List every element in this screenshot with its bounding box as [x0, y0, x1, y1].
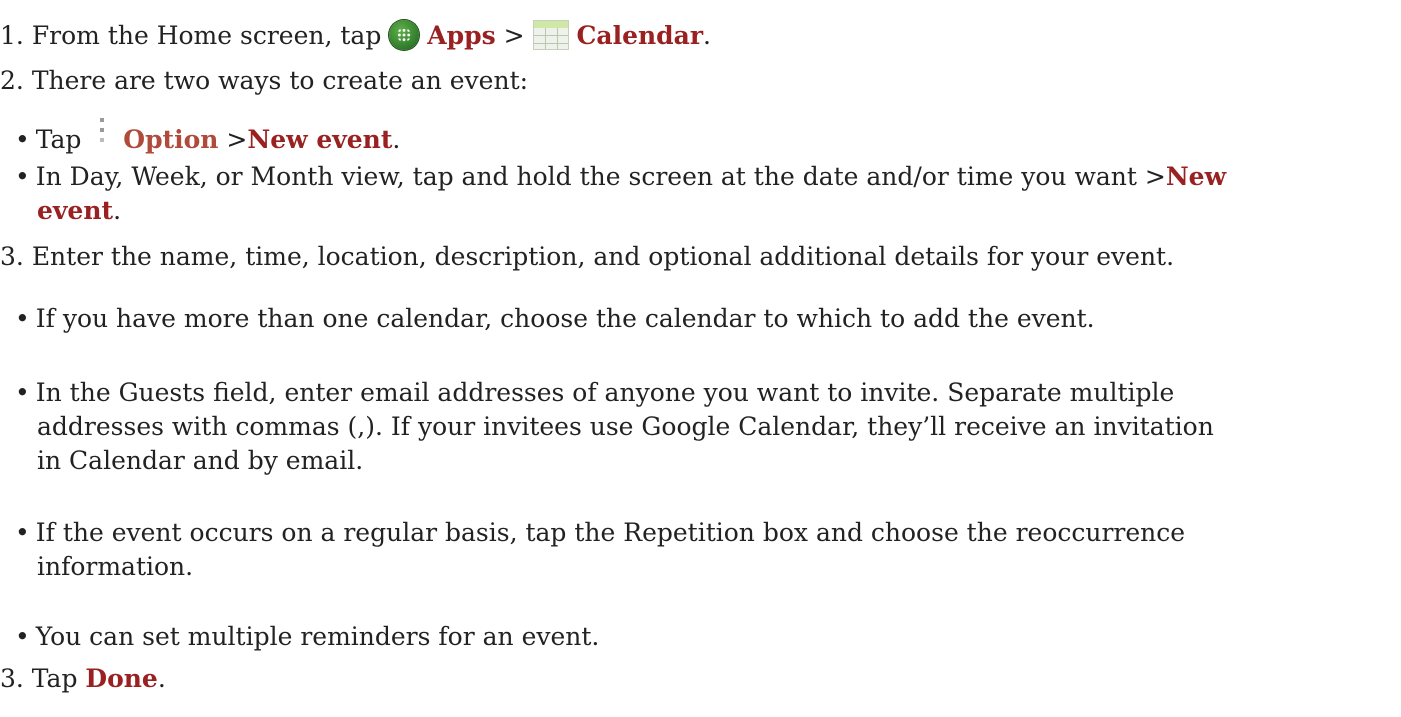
way-end: . [113, 196, 122, 225]
step-text: Tap [23, 664, 86, 693]
new-event-link[interactable]: New event [247, 125, 392, 154]
detail-text: information. [37, 552, 194, 581]
option-link[interactable]: Option [123, 125, 218, 154]
step-2: 2. There are two ways to create an event… [0, 66, 528, 96]
apps-link[interactable]: Apps [427, 21, 495, 50]
detail-3-line-2: information. [37, 552, 193, 582]
step-done: 3. Tap Done. [0, 664, 166, 694]
detail-2-line-2: addresses with commas (,). If your invit… [37, 412, 1214, 442]
separator: > [503, 21, 533, 50]
step-number: 3. [0, 242, 24, 271]
step-number: 2. [0, 66, 24, 95]
apps-icon [389, 20, 420, 50]
step-3: 3. Enter the name, time, location, descr… [0, 242, 1174, 272]
step-1: 1. From the Home screen, tap Apps > Cale… [0, 20, 711, 51]
way-end: . [392, 125, 401, 154]
step-number: 3. [0, 664, 24, 693]
clipped-top-text [0, 0, 300, 2]
way-text: Tap [35, 125, 90, 154]
detail-2: • In the Guests field, enter email addres… [15, 378, 1174, 408]
detail-text: addresses with commas (,). If your invit… [37, 412, 1214, 441]
way-2: • In Day, Week, or Month view, tap and ho… [15, 162, 1226, 192]
done-link[interactable]: Done [85, 664, 157, 693]
detail-text: In the Guests field, enter email address… [35, 378, 1175, 407]
step-text: Enter the name, time, location, descript… [31, 242, 1175, 271]
detail-text: You can set multiple reminders for an ev… [35, 622, 600, 651]
detail-text: If the event occurs on a regular basis, … [35, 518, 1186, 547]
step-text: From the Home screen, tap [31, 21, 390, 50]
bullet: • [15, 162, 30, 191]
bullet: • [15, 622, 30, 651]
step-end: . [157, 664, 166, 693]
way-text: In Day, Week, or Month view, tap and hol… [35, 162, 1166, 191]
detail-4: • You can set multiple reminders for an e… [15, 622, 599, 652]
detail-3: • If the event occurs on a regular basis,… [15, 518, 1185, 548]
step-end: . [703, 21, 711, 50]
detail-1: • If you have more than one calendar, cho… [15, 304, 1095, 334]
bullet: • [15, 125, 30, 154]
step-number: 1. [0, 21, 24, 50]
bullet: • [15, 378, 30, 407]
way-sep: > [226, 125, 248, 154]
new-event-link[interactable]: New [1166, 162, 1226, 191]
detail-text: If you have more than one calendar, choo… [35, 304, 1095, 333]
way-1: • Tap Option >New event. [15, 118, 400, 162]
bullet: • [15, 518, 30, 547]
way-2-cont: event. [37, 196, 121, 226]
detail-text: in Calendar and by email. [37, 446, 364, 475]
bullet: • [15, 304, 30, 333]
overflow-menu-icon [89, 118, 115, 162]
calendar-icon [532, 20, 569, 50]
new-event-link-cont[interactable]: event [37, 196, 113, 225]
detail-2-line-3: in Calendar and by email. [37, 446, 363, 476]
step-text: There are two ways to create an event: [31, 66, 529, 95]
calendar-link[interactable]: Calendar [576, 21, 703, 50]
